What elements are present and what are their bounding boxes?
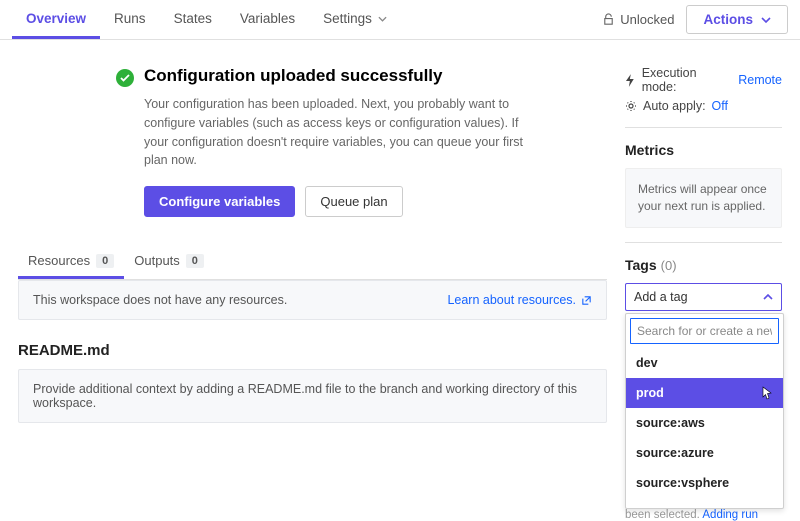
readme-empty-notice: Provide additional context by adding a R…: [18, 369, 607, 423]
metrics-empty-box: Metrics will appear once your next run i…: [625, 168, 782, 228]
execution-mode-row: Execution mode: Remote: [625, 66, 782, 94]
readme-heading: README.md: [18, 342, 607, 359]
gear-icon: [625, 100, 637, 112]
divider: [625, 127, 782, 128]
tags-label: Tags: [625, 257, 657, 273]
lock-status-label: Unlocked: [620, 12, 674, 27]
tab-settings-label: Settings: [323, 11, 372, 26]
readme-text: Provide additional context by adding a R…: [33, 382, 592, 410]
tags-count: (0): [661, 258, 677, 273]
success-description: Your configuration has been uploaded. Ne…: [144, 95, 534, 170]
trailing-text: been selected. Adding run: [625, 509, 782, 521]
learn-resources-label: Learn about resources.: [447, 293, 576, 307]
tag-dropdown: dev prod source:aws source:azure source:…: [625, 313, 784, 509]
tab-resources-label: Resources: [28, 253, 90, 268]
metrics-heading: Metrics: [625, 142, 782, 158]
tab-outputs[interactable]: Outputs 0: [124, 245, 214, 279]
auto-apply-row: Auto apply: Off: [625, 99, 782, 113]
resources-empty-notice: This workspace does not have any resourc…: [18, 280, 607, 320]
execution-mode-label: Execution mode:: [642, 66, 733, 94]
outputs-count-badge: 0: [186, 254, 204, 268]
tab-outputs-label: Outputs: [134, 253, 180, 268]
actions-button[interactable]: Actions: [686, 5, 788, 34]
add-tag-select[interactable]: Add a tag: [625, 283, 782, 311]
resource-tabs: Resources 0 Outputs 0: [18, 245, 607, 280]
tag-option-source-azure[interactable]: source:azure: [626, 438, 783, 468]
configure-variables-button[interactable]: Configure variables: [144, 186, 295, 217]
tag-option-source-vsphere[interactable]: source:vsphere: [626, 468, 783, 498]
chevron-down-icon: [761, 17, 771, 23]
adding-run-link[interactable]: Adding run: [702, 509, 758, 521]
tag-search-input[interactable]: [630, 318, 779, 344]
external-link-icon: [581, 295, 592, 306]
bolt-icon: [625, 74, 636, 87]
chevron-up-icon: [763, 294, 773, 300]
main-tabs: Overview Runs States Variables Settings …: [0, 0, 800, 40]
tab-overview[interactable]: Overview: [12, 0, 100, 39]
cursor-icon: [761, 386, 773, 400]
auto-apply-link[interactable]: Off: [712, 99, 728, 113]
success-icon: [116, 69, 134, 87]
lock-status: Unlocked: [602, 12, 674, 27]
success-title: Configuration uploaded successfully: [144, 66, 442, 86]
divider: [625, 242, 782, 243]
auto-apply-label: Auto apply:: [643, 99, 706, 113]
queue-plan-button[interactable]: Queue plan: [305, 186, 402, 217]
tag-option-test[interactable]: test: [626, 498, 783, 508]
notice-text: This workspace does not have any resourc…: [33, 293, 287, 307]
tab-runs[interactable]: Runs: [100, 0, 160, 39]
actions-label: Actions: [703, 12, 753, 27]
unlock-icon: [602, 13, 615, 26]
tag-options-list[interactable]: dev prod source:aws source:azure source:…: [626, 348, 783, 508]
tag-option-prod[interactable]: prod: [626, 378, 783, 408]
tab-states[interactable]: States: [160, 0, 226, 39]
chevron-down-icon: [378, 16, 387, 22]
tags-heading: Tags (0): [625, 257, 782, 273]
tab-settings[interactable]: Settings: [309, 0, 401, 39]
add-tag-label: Add a tag: [634, 290, 688, 304]
execution-mode-link[interactable]: Remote: [738, 73, 782, 87]
learn-resources-link[interactable]: Learn about resources.: [447, 293, 592, 307]
tag-option-source-aws[interactable]: source:aws: [626, 408, 783, 438]
tab-resources[interactable]: Resources 0: [18, 245, 124, 279]
tag-option-dev[interactable]: dev: [626, 348, 783, 378]
tab-variables[interactable]: Variables: [226, 0, 309, 39]
resources-count-badge: 0: [96, 254, 114, 268]
